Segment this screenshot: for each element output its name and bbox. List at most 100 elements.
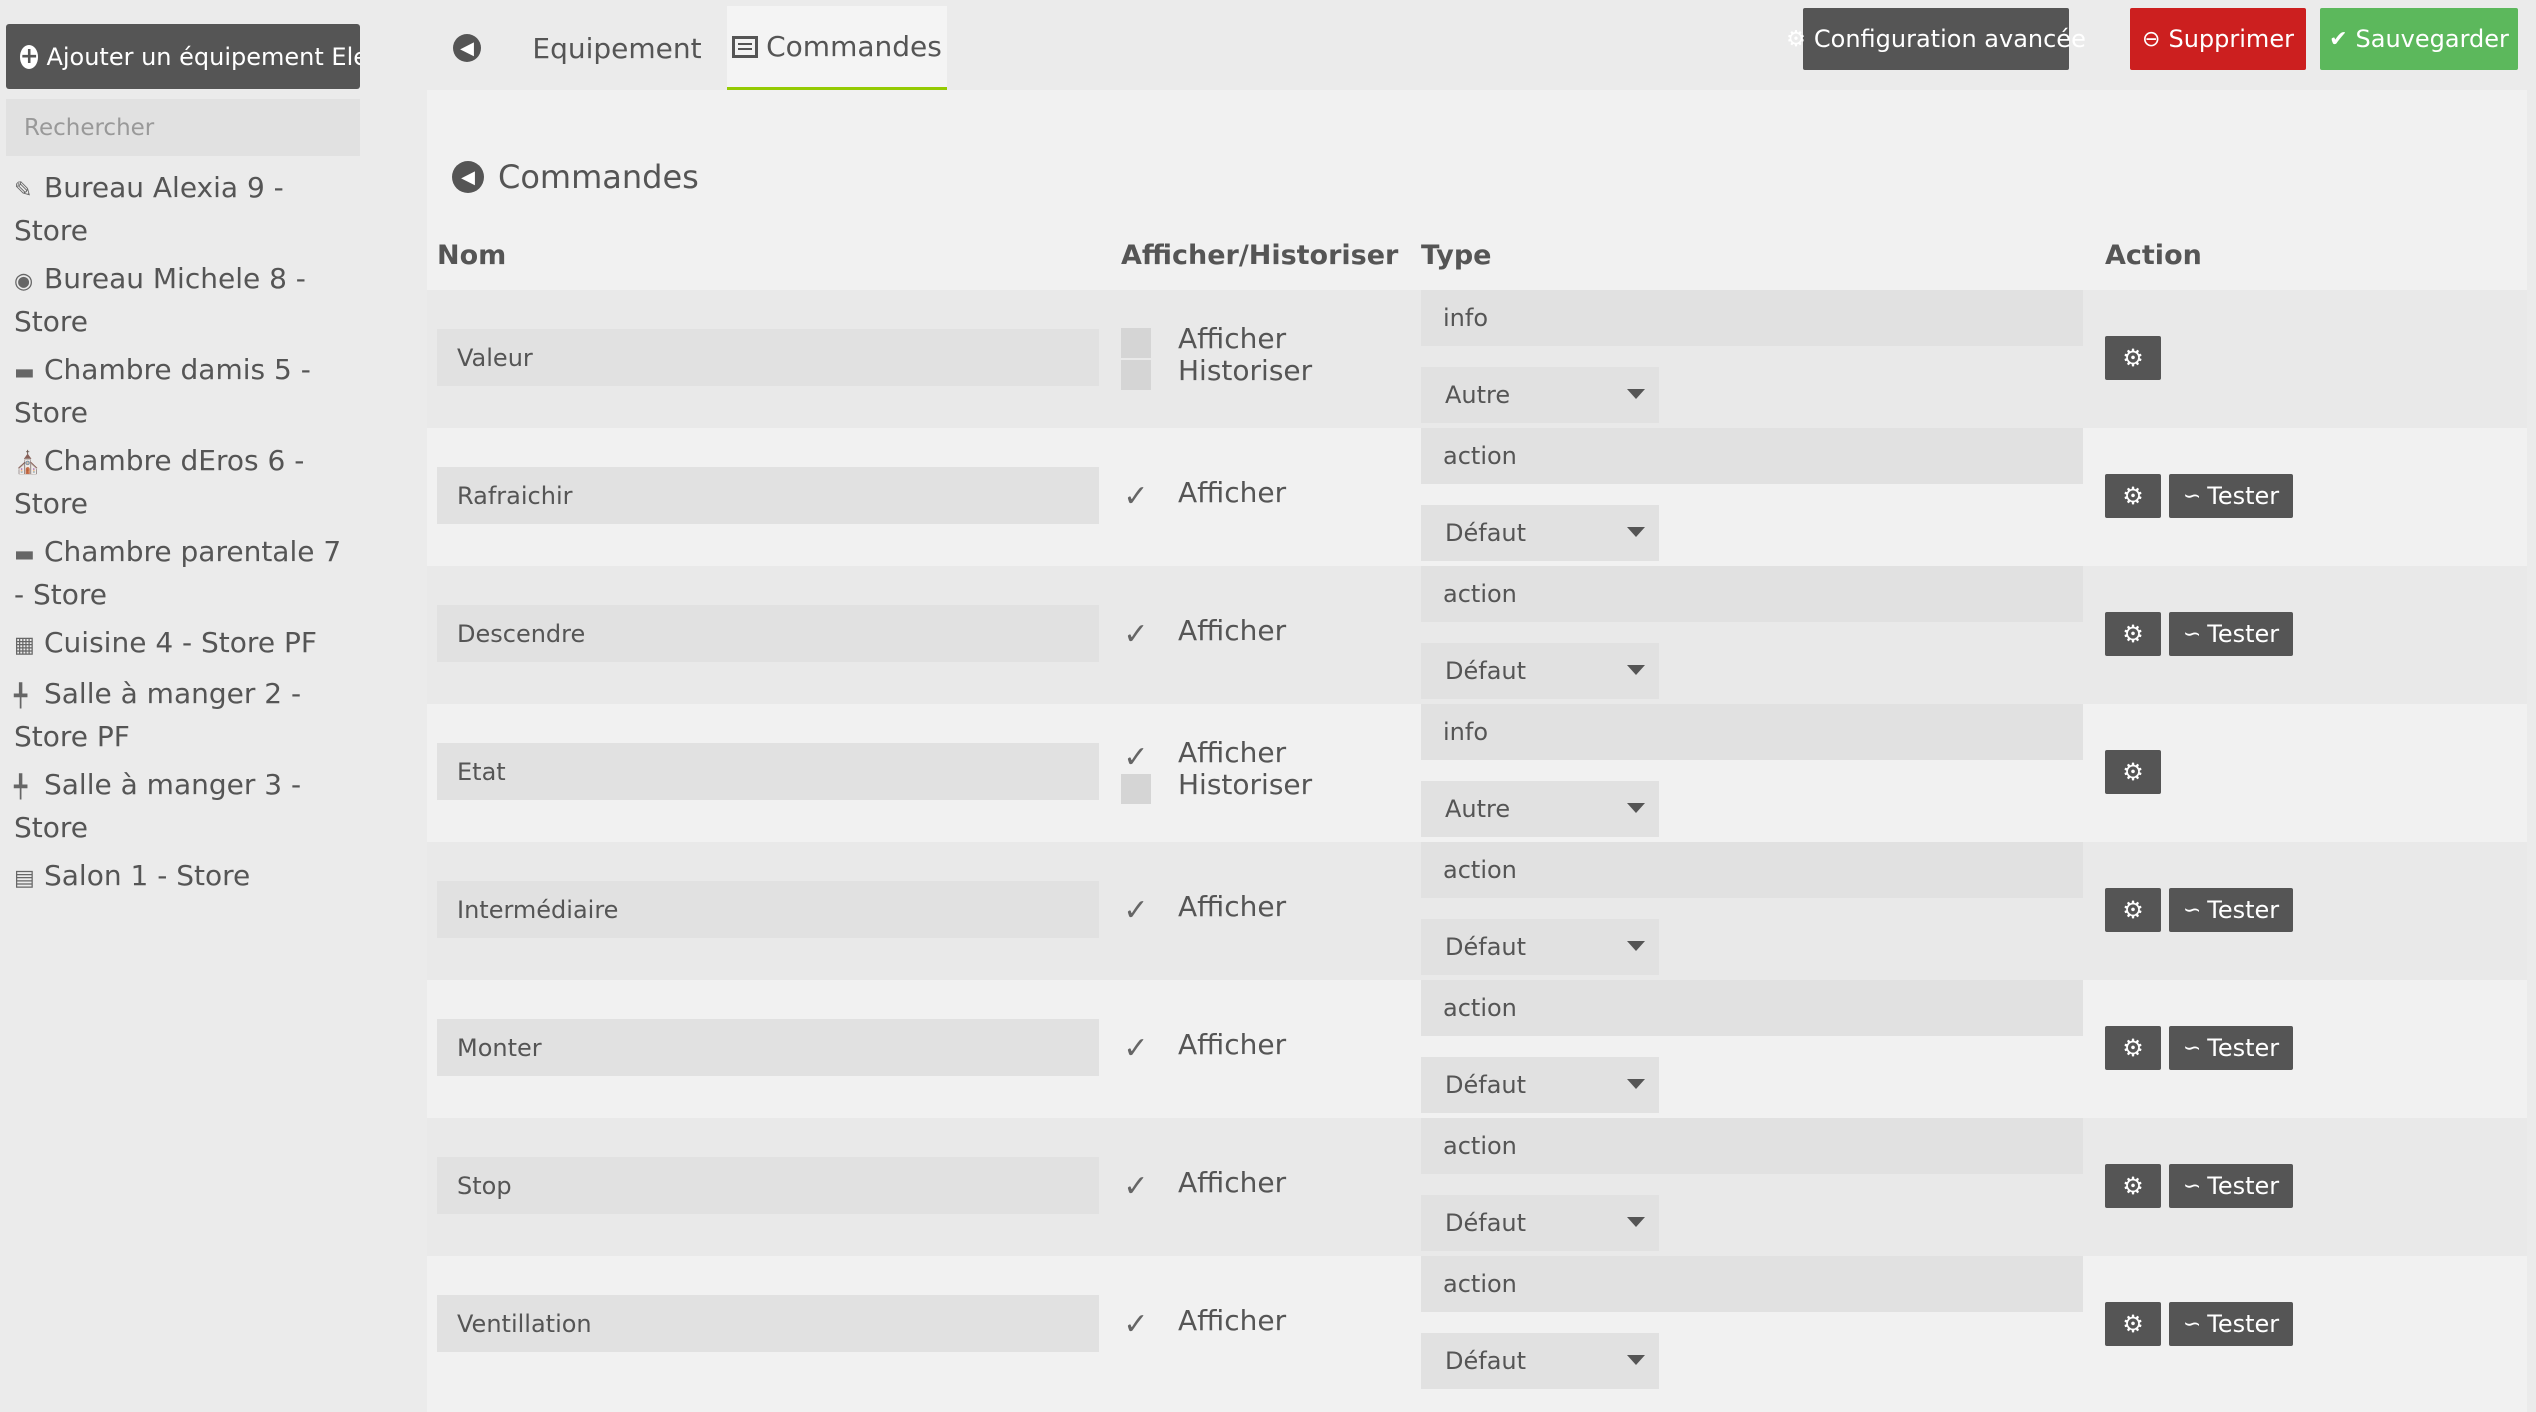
command-type-value: info — [1443, 304, 1489, 332]
rss-icon: ∽ — [2182, 483, 2202, 509]
command-name-input[interactable]: Rafraichir — [437, 467, 1099, 524]
command-subtype-select[interactable]: Autre — [1421, 367, 1659, 423]
afficher-checkbox[interactable]: ✓ — [1121, 616, 1151, 652]
afficher-checkbox[interactable]: ✓ — [1121, 739, 1151, 775]
command-config-button[interactable]: ⚙ — [2105, 1164, 2161, 1208]
delete-button[interactable]: ⊖ Supprimer — [2130, 8, 2306, 70]
caret-down-icon — [1627, 803, 1645, 813]
minus-circle-icon: ⊖ — [2142, 26, 2161, 52]
cogs-icon: ⚙ — [1786, 26, 1806, 52]
command-name-input[interactable]: Monter — [437, 1019, 1099, 1076]
afficher-checkbox[interactable]: ✓ — [1121, 1031, 1151, 1066]
afficher-checkbox[interactable] — [1121, 328, 1151, 358]
desk-icon: ✎ — [14, 178, 33, 203]
test-button[interactable]: ∽ Tester — [2169, 612, 2293, 656]
panel-title: ◀ Commandes — [452, 158, 699, 196]
arrow-circle-left-icon[interactable]: ◀ — [452, 161, 484, 193]
command-config-button[interactable]: ⚙ — [2105, 1026, 2161, 1070]
save-button[interactable]: ✔ Sauvegarder — [2320, 8, 2518, 70]
equipment-item[interactable]: ▤ Salon 1 - Store — [14, 856, 354, 899]
command-config-button[interactable]: ⚙ — [2105, 474, 2161, 518]
tab-back[interactable]: ◀ — [427, 6, 507, 90]
command-subtype-select[interactable]: Défaut — [1421, 1057, 1659, 1113]
command-name-input[interactable]: Ventillation — [437, 1295, 1099, 1352]
equipment-item[interactable]: ▬ Chambre parentale 7 - Store — [14, 532, 354, 615]
command-subtype-select[interactable]: Autre — [1421, 781, 1659, 837]
command-config-button[interactable]: ⚙ — [2105, 612, 2161, 656]
command-subtype-select[interactable]: Défaut — [1421, 1195, 1659, 1251]
command-config-button[interactable]: ⚙ — [2105, 888, 2161, 932]
search-input[interactable]: Rechercher — [6, 99, 360, 156]
command-name-input[interactable]: Valeur — [437, 329, 1099, 386]
check-icon: ✓ — [1123, 478, 1149, 514]
command-name-input[interactable]: Etat — [437, 743, 1099, 800]
command-subtype-select[interactable]: Défaut — [1421, 505, 1659, 561]
test-button[interactable]: ∽ Tester — [2169, 1164, 2293, 1208]
equipment-item[interactable]: ╇ Salle à manger 3 - Store — [14, 765, 354, 848]
test-button[interactable]: ∽ Tester — [2169, 474, 2293, 518]
table-row: Ventillation ✓ Afficher action Défaut ⚙ ∽ Teste… — [427, 1256, 2527, 1394]
equipment-item[interactable]: ⛪Chambre dEros 6 - Store — [14, 441, 354, 524]
command-name-input[interactable]: Descendre — [437, 605, 1099, 662]
afficher-checkbox[interactable]: ✓ — [1121, 1169, 1151, 1204]
rss-icon: ∽ — [2182, 897, 2202, 923]
command-config-button[interactable]: ⚙ — [2105, 1302, 2161, 1346]
equipment-item-label: Salon 1 - Store — [44, 859, 251, 892]
equipment-item-label: Chambre dEros 6 - Store — [14, 444, 305, 520]
equipment-item[interactable]: ✎ Bureau Alexia 9 - Store — [14, 168, 354, 251]
command-name-value: Intermédiaire — [457, 895, 619, 924]
test-button[interactable]: ∽ Tester — [2169, 888, 2293, 932]
test-button-label: Tester — [2207, 1034, 2280, 1062]
equipment-item[interactable]: ▬ Chambre damis 5 - Store — [14, 350, 354, 433]
column-header-afficher: Afficher/Historiser — [1121, 240, 1399, 271]
test-button[interactable]: ∽ Tester — [2169, 1026, 2293, 1070]
command-name-value: Valeur — [457, 343, 533, 372]
command-type-field[interactable]: action — [1421, 842, 2083, 898]
command-type-field[interactable]: action — [1421, 566, 2083, 622]
command-type-field[interactable]: action — [1421, 1118, 2083, 1174]
sofa-icon: ▤ — [14, 866, 35, 891]
add-equipment-button[interactable]: + Ajouter un équipement Elero — [6, 24, 360, 89]
tab-commandes-label: Commandes — [766, 30, 942, 63]
table-row: Monter ✓ Afficher action Défaut ⚙ ∽ Tester — [427, 980, 2527, 1118]
tab-commandes[interactable]: Commandes — [727, 6, 947, 90]
equipment-item[interactable]: ▦ Cuisine 4 - Store PF — [14, 623, 354, 666]
cogs-icon: ⚙ — [2122, 620, 2144, 648]
equipment-item[interactable]: ◉ Bureau Michele 8 - Store — [14, 259, 354, 342]
afficher-label: Afficher — [1178, 1304, 1287, 1337]
check-icon: ✓ — [1123, 616, 1149, 652]
command-type-field[interactable]: info — [1421, 704, 2083, 760]
afficher-checkbox[interactable]: ✓ — [1121, 893, 1151, 928]
afficher-label: Afficher — [1178, 614, 1287, 647]
command-subtype-select[interactable]: Défaut — [1421, 643, 1659, 699]
command-type-field[interactable]: action — [1421, 428, 2083, 484]
equipment-item[interactable]: ╇ Salle à manger 2 - Store PF — [14, 674, 354, 757]
command-subtype-value: Défaut — [1445, 657, 1527, 685]
afficher-checkbox[interactable]: ✓ — [1121, 1307, 1151, 1342]
advanced-config-button[interactable]: ⚙ Configuration avancée — [1786, 8, 2086, 70]
command-type-field[interactable]: action — [1421, 1256, 2083, 1312]
historiser-checkbox[interactable] — [1121, 774, 1151, 804]
command-type-field[interactable]: action — [1421, 980, 2083, 1036]
command-config-button[interactable]: ⚙ — [2105, 336, 2161, 380]
sidebar: + Ajouter un équipement Elero Rechercher… — [0, 0, 396, 1412]
afficher-checkbox[interactable]: ✓ — [1121, 478, 1151, 514]
dining-table-icon: ╇ — [14, 684, 28, 709]
command-subtype-select[interactable]: Défaut — [1421, 919, 1659, 975]
afficher-label: Afficher — [1178, 736, 1287, 769]
command-type-field[interactable]: info — [1421, 290, 2083, 346]
command-name-input[interactable]: Stop — [437, 1157, 1099, 1214]
cogs-icon: ⚙ — [2122, 344, 2144, 372]
test-button[interactable]: ∽ Tester — [2169, 1302, 2293, 1346]
command-config-button[interactable]: ⚙ — [2105, 750, 2161, 794]
equipment-list: ✎ Bureau Alexia 9 - Store ◉ Bureau Michele … — [14, 168, 354, 907]
command-name-input[interactable]: Intermédiaire — [437, 881, 1099, 938]
commands-panel: ◀ Commandes Nom Afficher/Historiser Type… — [427, 90, 2527, 1412]
command-subtype-select[interactable]: Défaut — [1421, 1333, 1659, 1389]
afficher-label: Afficher — [1178, 322, 1287, 355]
tab-equipement[interactable]: Equipement — [507, 6, 727, 90]
historiser-checkbox[interactable] — [1121, 360, 1151, 390]
cogs-icon: ⚙ — [2122, 758, 2144, 786]
cogs-icon: ⚙ — [2122, 482, 2144, 510]
check-icon: ✓ — [1123, 739, 1149, 775]
